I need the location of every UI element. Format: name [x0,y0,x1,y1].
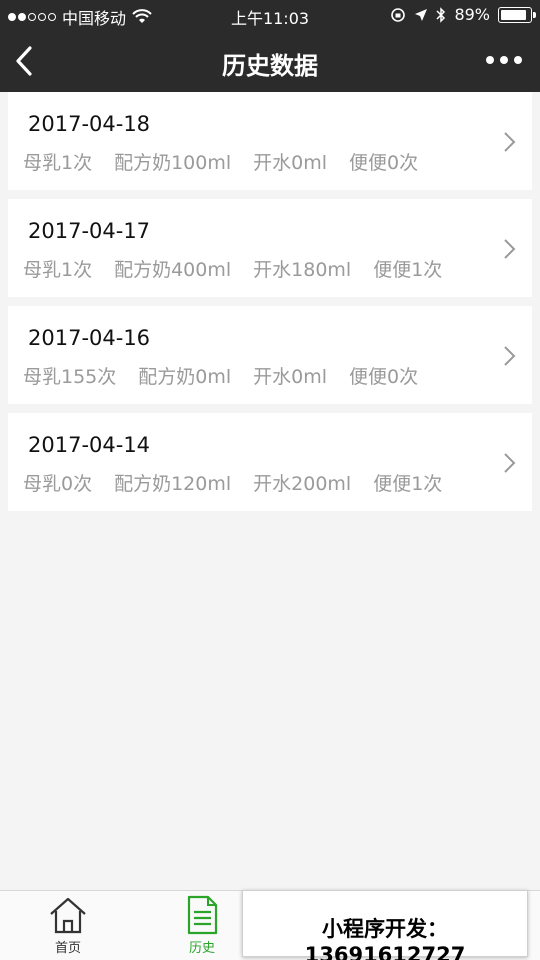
lock-rotation-icon [391,7,406,22]
formula-amount: 配方奶120ml [114,473,232,495]
formula-amount: 配方奶0ml [138,366,232,388]
list-item[interactable]: 2017-04-14 母乳0次 配方奶120ml 开水200ml 便便1次 [8,413,532,511]
record-date: 2017-04-17 [28,219,151,243]
water-amount: 开水200ml [253,473,352,495]
list-item[interactable]: 2017-04-17 母乳1次 配方奶400ml 开水180ml 便便1次 [8,199,532,297]
document-icon [187,895,218,935]
home-icon [50,897,86,934]
battery-icon [498,6,536,23]
chevron-right-icon [504,239,516,259]
breast-milk-count: 母乳1次 [23,152,93,174]
record-date: 2017-04-18 [28,112,151,136]
record-stats: 母乳1次 配方奶400ml 开水180ml 便便1次 [23,255,464,282]
breast-milk-count: 母乳1次 [23,259,93,281]
status-right: 89% [390,5,536,24]
promo-text: 小程序开发：13691612727 [304,917,466,960]
water-amount: 开水0ml [253,366,328,388]
location-icon [415,8,428,21]
breast-milk-count: 母乳0次 [23,473,93,495]
record-stats: 母乳155次 配方奶0ml 开水0ml 便便0次 [23,362,440,389]
water-amount: 开水180ml [253,259,352,281]
tab-home-label: 首页 [54,941,81,956]
promo-banner: 小程序开发：13691612727 [242,890,528,960]
record-stats: 母乳1次 配方奶100ml 开水0ml 便便0次 [23,148,440,175]
formula-amount: 配方奶400ml [114,259,232,281]
list-item[interactable]: 2017-04-18 母乳1次 配方奶100ml 开水0ml 便便0次 [8,92,532,190]
tab-history-label: 历史 [188,941,215,956]
list-item[interactable]: 2017-04-16 母乳155次 配方奶0ml 开水0ml 便便0次 [8,306,532,404]
stool-count: 便便0次 [349,152,419,174]
more-options-icon[interactable] [486,56,522,64]
stool-count: 便便0次 [349,366,419,388]
stool-count: 便便1次 [373,473,443,495]
page-title: 历史数据 [222,52,318,80]
bluetooth-icon [436,6,446,23]
nav-bar: 历史数据 [0,30,540,92]
chevron-right-icon [504,132,516,152]
chevron-right-icon [504,453,516,473]
record-date: 2017-04-14 [28,433,151,457]
record-date: 2017-04-16 [28,326,151,350]
formula-amount: 配方奶100ml [114,152,232,174]
record-stats: 母乳0次 配方奶120ml 开水200ml 便便1次 [23,469,464,496]
tab-home[interactable]: 首页 [28,895,108,956]
water-amount: 开水0ml [253,152,328,174]
tab-history[interactable]: 历史 [162,895,242,956]
chevron-right-icon [504,346,516,366]
history-list: 2017-04-18 母乳1次 配方奶100ml 开水0ml 便便0次 2017-04… [8,92,532,520]
status-bar: 中国移动 上午11:03 89% [0,0,540,30]
stool-count: 便便1次 [373,259,443,281]
breast-milk-count: 母乳155次 [23,366,117,388]
battery-fill [501,9,526,20]
battery-percent: 89% [454,5,490,24]
